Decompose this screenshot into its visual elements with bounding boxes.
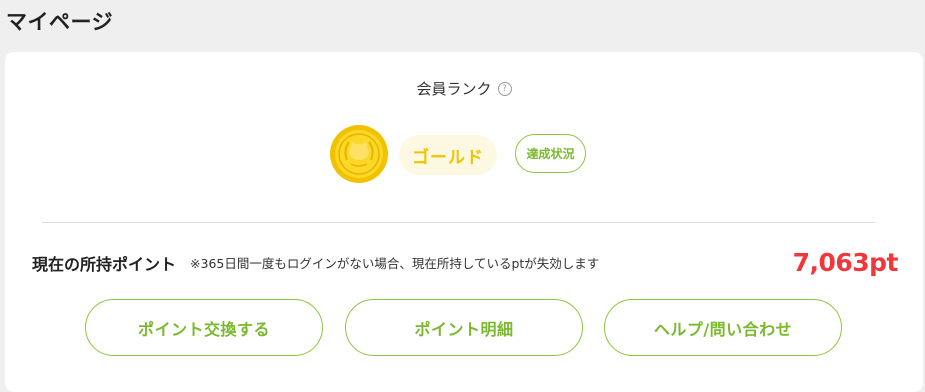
page-title: マイページ <box>6 10 114 34</box>
rank-label: 会員ランク <box>416 80 492 98</box>
points-value: 7,063pt <box>792 248 899 277</box>
exchange-points-button[interactable]: ポイント交換する <box>85 299 323 356</box>
gold-coin-icon <box>330 125 388 183</box>
points-row: 現在の所持ポイント ※365日間一度もログインがない場合、現在所持しているptが… <box>32 248 899 277</box>
points-expiry-note: ※365日間一度もログインがない場合、現在所持しているptが失効します <box>190 256 600 271</box>
help-icon[interactable]: ? <box>497 81 512 96</box>
points-title: 現在の所持ポイント <box>32 254 177 274</box>
rank-badge: ゴールド <box>399 135 497 175</box>
help-contact-button[interactable]: ヘルプ/問い合わせ <box>604 299 842 356</box>
divider <box>42 222 875 223</box>
points-history-button[interactable]: ポイント明細 <box>345 299 583 356</box>
rank-label-row: 会員ランク ? <box>5 78 923 99</box>
achievement-status-button[interactable]: 達成状況 <box>515 134 586 173</box>
rank-points-card: 会員ランク ? ゴールド 達成状況 現在の所持ポイント ※365日間一度もログイ… <box>5 52 923 392</box>
